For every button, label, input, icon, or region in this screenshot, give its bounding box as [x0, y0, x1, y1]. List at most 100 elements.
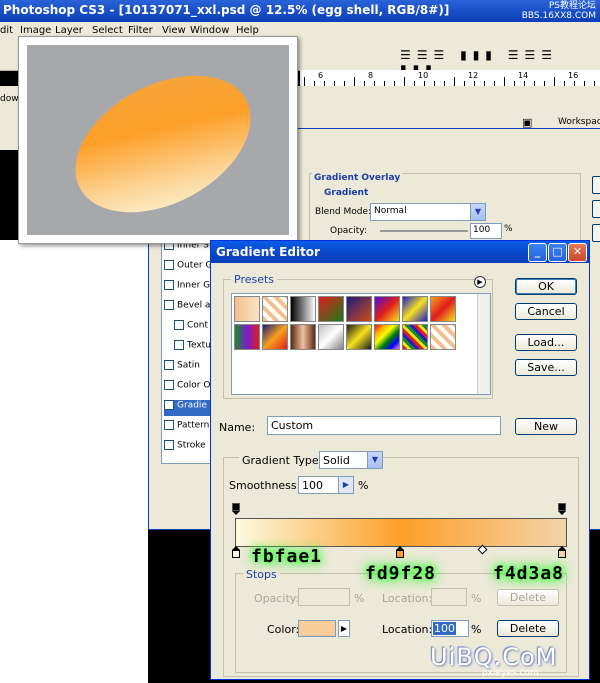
load-button[interactable]: Load... [515, 334, 577, 351]
gradient-bar[interactable] [235, 518, 567, 547]
opacity-stop-right[interactable] [558, 503, 566, 515]
new-button[interactable]: New [515, 418, 577, 435]
menu-select[interactable]: Select [92, 25, 123, 36]
menu-filter[interactable]: Filter [128, 25, 153, 36]
stops-label: Stops [243, 568, 280, 581]
stop-color-location-unit: % [471, 623, 482, 636]
preset-swatch[interactable] [402, 324, 428, 350]
menu-layer[interactable]: Layer [55, 25, 83, 36]
preset-swatch[interactable] [430, 324, 456, 350]
delete-color-stop-button[interactable]: Delete [497, 620, 559, 637]
style-inner-glow[interactable]: Inner G [164, 280, 212, 296]
presets-scrollbar[interactable] [477, 294, 490, 394]
stop-color-location-input[interactable]: 100 [431, 620, 469, 637]
stop-opacity-location-label: Location: [382, 592, 433, 605]
layer-style-ok-button[interactable] [592, 176, 600, 194]
name-input[interactable]: Custom [267, 416, 501, 435]
stop-opacity-input[interactable] [298, 588, 350, 606]
menu-edit[interactable]: dit [0, 25, 13, 36]
close-icon[interactable]: ✕ [568, 243, 587, 262]
preset-swatch[interactable] [374, 296, 400, 322]
menu-view[interactable]: View [162, 25, 186, 36]
smoothness-label: Smoothness: [229, 479, 301, 492]
chevron-right-icon[interactable]: ▶ [338, 477, 353, 493]
window-label: dow [0, 94, 19, 104]
style-texture[interactable]: Textu [174, 340, 212, 356]
overlay-opacity-unit: % [504, 224, 513, 234]
name-label: Name: [219, 421, 256, 434]
layer-style-cancel-button[interactable] [592, 200, 600, 218]
stop-color-swatch[interactable] [298, 620, 336, 637]
gradient-editor-dialog: Gradient Editor _ □ ✕ Presets ▶ OK Cance… [210, 240, 590, 680]
ok-button[interactable]: OK [515, 278, 577, 295]
preset-swatch[interactable] [346, 324, 372, 350]
ruler-tick [304, 77, 305, 86]
style-stroke[interactable]: Stroke [164, 440, 212, 456]
maximize-icon[interactable]: □ [548, 243, 567, 262]
background-area [0, 240, 148, 683]
workspace-label[interactable]: Workspac [558, 117, 600, 127]
preset-swatch[interactable] [262, 324, 288, 350]
style-contour[interactable]: Cont [174, 320, 212, 336]
preset-swatch[interactable] [318, 324, 344, 350]
egg-shape [52, 47, 274, 241]
color-stop-left[interactable] [232, 546, 240, 558]
gradient-group-title: Gradient [322, 188, 371, 198]
minimize-icon[interactable]: _ [528, 243, 547, 262]
stop-opacity-location-unit: % [471, 592, 482, 605]
preset-swatch[interactable] [430, 296, 456, 322]
preset-swatch[interactable] [346, 296, 372, 322]
presets-menu-icon[interactable]: ▶ [474, 276, 486, 288]
cancel-button[interactable]: Cancel [515, 303, 577, 320]
chevron-down-icon: ▼ [367, 452, 382, 468]
app-title-bar: Photoshop CS3 - [10137071_xxl.psd @ 12.5… [0, 0, 600, 22]
presets-list [231, 293, 491, 395]
preset-swatch[interactable] [402, 296, 428, 322]
style-satin[interactable]: Satin [164, 360, 212, 376]
layer-style-new-button[interactable] [592, 224, 600, 242]
horizontal-ruler: 6 8 10 12 14 16 [300, 70, 600, 87]
presets-label: Presets [231, 273, 278, 286]
ruler-tick [404, 77, 405, 86]
annotation-hex-middle: fd9f28 [365, 563, 437, 584]
site-watermark: UiBQ.CoM [430, 643, 558, 671]
app-title: Photoshop CS3 - [10137071_xxl.psd @ 12.5… [3, 3, 450, 17]
style-pattern-overlay[interactable]: Pattern [164, 420, 212, 436]
ruler-tick [504, 77, 505, 86]
midpoint-diamond[interactable] [477, 544, 488, 557]
preset-swatch[interactable] [290, 324, 316, 350]
style-outer-glow[interactable]: Outer G [164, 260, 212, 276]
preset-swatch[interactable] [234, 296, 260, 322]
preset-swatch[interactable] [262, 296, 288, 322]
preset-swatch[interactable] [234, 324, 260, 350]
ruler-tick [554, 77, 555, 86]
menu-image[interactable]: Image [20, 25, 51, 36]
preset-swatch[interactable] [318, 296, 344, 322]
opacity-stop-left[interactable] [232, 503, 240, 515]
style-color-overlay[interactable]: Color O [164, 380, 212, 396]
chevron-down-icon: ▼ [470, 204, 485, 220]
preset-swatch[interactable] [290, 296, 316, 322]
gradient-editor-titlebar: Gradient Editor _ □ ✕ [211, 241, 589, 263]
menu-window[interactable]: Window [190, 25, 229, 36]
smoothness-input[interactable]: 100 ▶ [298, 476, 354, 494]
blend-mode-select[interactable]: Normal ▼ [370, 203, 486, 221]
delete-opacity-stop-button[interactable]: Delete [497, 589, 559, 606]
gradient-type-select[interactable]: Solid ▼ [319, 451, 383, 469]
menu-help[interactable]: Help [236, 25, 259, 36]
overlay-opacity-slider[interactable] [380, 230, 468, 232]
stop-opacity-unit: % [354, 592, 365, 605]
gradient-type-label: Gradient Type: [239, 454, 326, 467]
chevron-right-icon[interactable]: ▶ [338, 620, 350, 637]
overlay-opacity-input[interactable]: 100 [470, 223, 502, 239]
forum-watermark: PS教程论坛 BBS.16XX8.COM [521, 1, 596, 21]
egg-preview [18, 36, 298, 244]
style-bevel[interactable]: Bevel an [164, 300, 212, 316]
save-button[interactable]: Save... [515, 359, 577, 376]
color-stop-middle[interactable] [396, 546, 404, 558]
color-stop-right[interactable] [558, 546, 566, 558]
style-gradient-overlay[interactable]: ✓ Gradie [164, 400, 212, 416]
stop-opacity-location-input[interactable] [431, 588, 467, 606]
preset-swatch[interactable] [374, 324, 400, 350]
annotation-hex-right: f4d3a8 [493, 563, 565, 584]
